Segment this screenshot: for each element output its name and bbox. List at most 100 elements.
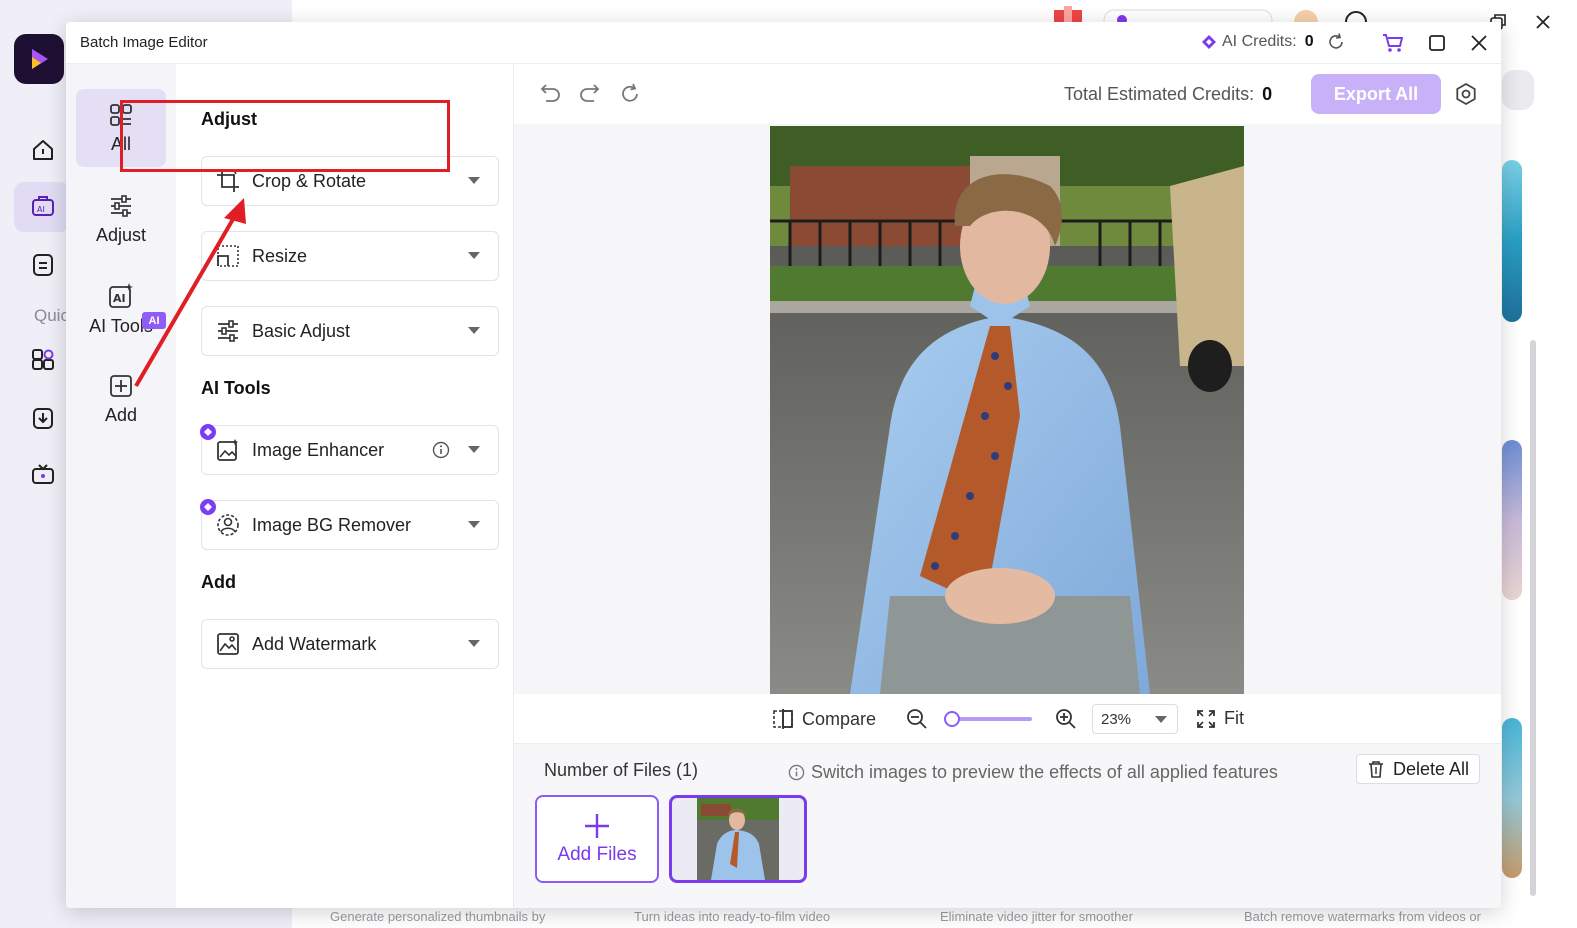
section-heading-add: Add bbox=[201, 572, 236, 592]
zoom-in-icon[interactable] bbox=[1055, 708, 1077, 730]
reset-icon[interactable] bbox=[618, 82, 642, 106]
tool-image-enhancer[interactable]: Image Enhancer bbox=[200, 424, 499, 475]
compare-button[interactable]: Compare bbox=[772, 708, 876, 730]
watermark-icon bbox=[214, 630, 242, 658]
estimated-credits-value: 0 bbox=[1262, 84, 1273, 104]
files-strip: Number of Files (1) Switch images to pre… bbox=[514, 744, 1501, 908]
category-add[interactable]: Add bbox=[76, 360, 166, 438]
redo-icon[interactable] bbox=[578, 82, 602, 106]
download-icon[interactable] bbox=[28, 403, 58, 433]
chevron-down-icon[interactable] bbox=[468, 177, 480, 184]
maximize-icon[interactable] bbox=[1424, 30, 1450, 56]
cart-icon[interactable] bbox=[1380, 30, 1406, 56]
home-icon[interactable] bbox=[28, 135, 58, 165]
info-icon[interactable] bbox=[432, 441, 450, 459]
bg-remove-icon bbox=[214, 511, 242, 539]
category-label: Add bbox=[104, 404, 138, 425]
chevron-down-icon[interactable] bbox=[468, 327, 480, 334]
category-ai-tools[interactable]: AI AI Tools bbox=[76, 270, 166, 348]
fit-button[interactable]: Fit bbox=[1196, 708, 1244, 729]
total-estimated-credits: Total Estimated Credits: 0 bbox=[1064, 84, 1272, 105]
zoom-select[interactable]: 23% bbox=[1092, 704, 1178, 734]
resize-icon bbox=[214, 242, 242, 270]
apps-icon[interactable] bbox=[28, 345, 58, 375]
plus-square-icon bbox=[110, 374, 132, 397]
bg-thumbnail-card[interactable] bbox=[1502, 440, 1522, 600]
zoom-slider-thumb[interactable] bbox=[944, 711, 960, 727]
background-scrollbar[interactable] bbox=[1530, 340, 1536, 896]
svg-text:AI: AI bbox=[37, 205, 45, 214]
compare-label: Compare bbox=[802, 708, 877, 729]
tool-label: Basic Adjust bbox=[252, 320, 351, 341]
chevron-down-icon bbox=[1155, 716, 1167, 723]
tool-basic-adjust[interactable]: Basic Adjust bbox=[201, 306, 499, 356]
category-adjust[interactable]: Adjust bbox=[76, 180, 166, 258]
chevron-down-icon[interactable] bbox=[468, 521, 480, 528]
dialog-titlebar: Batch Image Editor AI Credits: 0 bbox=[66, 22, 1501, 64]
delete-all-button[interactable]: Delete All bbox=[1356, 754, 1480, 784]
svg-text:AI: AI bbox=[113, 292, 126, 305]
info-icon bbox=[788, 764, 805, 781]
bg-quick-label: Quic bbox=[34, 306, 66, 325]
number-of-files: Number of Files (1) bbox=[544, 760, 699, 780]
preview-image bbox=[770, 126, 1244, 694]
bg-card-caption: Turn ideas into ready-to-film video bbox=[634, 909, 831, 924]
zoom-out-icon[interactable] bbox=[906, 708, 928, 730]
chevron-down-icon[interactable] bbox=[468, 252, 480, 259]
sliders-icon bbox=[214, 317, 242, 345]
ai-credits: AI Credits: 0 bbox=[1202, 32, 1346, 52]
tool-label: Add Watermark bbox=[252, 633, 377, 654]
files-hint-text: Switch images to preview the effects of … bbox=[811, 762, 1278, 782]
tool-label: Resize bbox=[252, 245, 308, 266]
bg-thumbnail-card[interactable] bbox=[1502, 718, 1522, 878]
compare-icon bbox=[773, 709, 793, 729]
ai-badge: AI bbox=[142, 312, 166, 329]
delete-all-label: Delete All bbox=[1392, 758, 1470, 779]
ai-image-icon: AI bbox=[109, 282, 133, 308]
close-icon[interactable] bbox=[1466, 30, 1492, 56]
dialog-title: Batch Image Editor bbox=[80, 34, 208, 51]
chevron-down-icon[interactable] bbox=[468, 640, 480, 647]
tv-icon[interactable] bbox=[28, 460, 58, 490]
bg-close-icon[interactable] bbox=[1529, 8, 1557, 36]
chevron-down-icon[interactable] bbox=[468, 446, 480, 453]
files-hint: Switch images to preview the effects of … bbox=[788, 762, 1278, 783]
tools-panel: Adjust Crop & Rotate Resize Basic Adjust… bbox=[176, 64, 514, 908]
add-files-label: Add Files bbox=[557, 844, 637, 865]
tool-label: Image Enhancer bbox=[252, 439, 385, 460]
document-icon[interactable] bbox=[28, 250, 58, 280]
background-top-strip bbox=[1040, 0, 1500, 22]
tool-resize[interactable]: Resize bbox=[201, 231, 499, 281]
fit-label: Fit bbox=[1224, 708, 1244, 728]
ai-toolbox-icon[interactable]: AI bbox=[28, 192, 58, 222]
zoom-bar: Compare 23% Fit bbox=[514, 694, 1501, 744]
crop-rotate-highlight-box bbox=[120, 100, 450, 172]
work-area: Total Estimated Credits: 0 Export All Co… bbox=[514, 64, 1501, 908]
add-files-button[interactable]: Add Files bbox=[535, 795, 659, 883]
category-label: Adjust bbox=[95, 224, 147, 245]
ai-credit-diamond-icon bbox=[1202, 35, 1216, 49]
ai-diamond-icon bbox=[200, 424, 216, 440]
fit-screen-icon bbox=[1197, 709, 1215, 728]
file-thumbnail-image bbox=[697, 798, 779, 880]
settings-icon[interactable] bbox=[1454, 82, 1478, 106]
file-thumbnail[interactable] bbox=[669, 795, 807, 883]
export-all-button[interactable]: Export All bbox=[1311, 74, 1441, 114]
refresh-icon[interactable] bbox=[1326, 32, 1346, 52]
trash-icon bbox=[1368, 761, 1383, 778]
plus-icon bbox=[585, 814, 609, 838]
editor-toolbar: Total Estimated Credits: 0 Export All bbox=[514, 64, 1501, 124]
tool-image-bg-remover[interactable]: Image BG Remover bbox=[200, 499, 499, 550]
ai-diamond-icon bbox=[200, 499, 216, 515]
ai-credits-value: 0 bbox=[1304, 33, 1314, 50]
tool-label: Image BG Remover bbox=[252, 514, 412, 535]
sliders-icon bbox=[111, 194, 131, 217]
estimated-credits-label: Total Estimated Credits: bbox=[1064, 84, 1255, 104]
preview-canvas bbox=[514, 124, 1501, 694]
bg-card-caption: Eliminate video jitter for smoother bbox=[940, 909, 1133, 924]
bg-thumbnail-card[interactable] bbox=[1502, 160, 1522, 322]
tool-add-watermark[interactable]: Add Watermark bbox=[201, 619, 499, 669]
undo-icon[interactable] bbox=[538, 82, 562, 106]
bg-card-caption: Generate personalized thumbnails by bbox=[330, 909, 546, 924]
section-heading-ai-tools: AI Tools bbox=[201, 378, 271, 398]
